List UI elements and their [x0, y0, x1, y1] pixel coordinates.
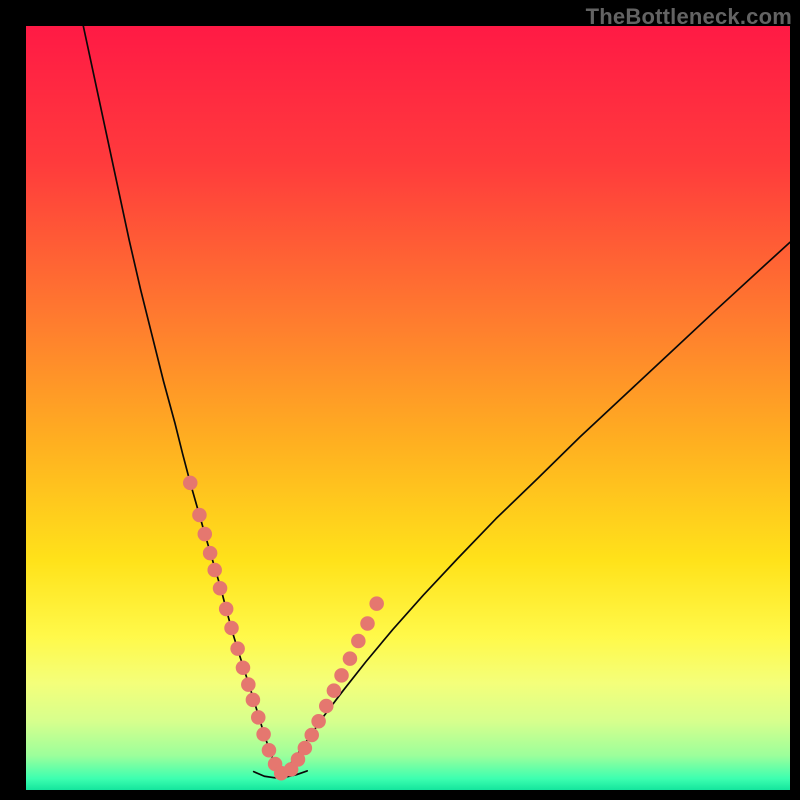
- curve-left-branch: [83, 26, 279, 775]
- scatter-dot: [319, 699, 334, 714]
- scatter-dot: [360, 616, 375, 631]
- scatter-dot: [327, 683, 342, 698]
- scatter-dot: [256, 727, 271, 742]
- watermark-text: TheBottleneck.com: [586, 4, 792, 30]
- scatter-dot: [304, 728, 319, 743]
- scatter-dot: [246, 693, 261, 708]
- scatter-dot: [198, 527, 213, 542]
- plot-area: [26, 26, 790, 790]
- scatter-dot: [343, 651, 358, 666]
- scatter-dot: [241, 677, 256, 692]
- scatter-dot: [351, 634, 366, 649]
- scatter-dot: [251, 710, 266, 725]
- scatter-dot: [311, 714, 326, 729]
- scatter-dot: [207, 563, 222, 578]
- scatter-dot: [224, 621, 239, 636]
- curve-layer: [26, 26, 790, 790]
- scatter-dot: [183, 476, 198, 491]
- scatter-dot: [262, 743, 277, 758]
- scatter-dot: [203, 546, 218, 561]
- scatter-dot: [236, 661, 251, 676]
- scatter-dot: [192, 508, 207, 523]
- scatter-dot: [230, 641, 245, 656]
- scatter-dot: [219, 602, 234, 617]
- scatter-dot: [369, 596, 384, 611]
- scatter-dots: [183, 476, 384, 781]
- scatter-dot: [334, 668, 349, 683]
- scatter-dot: [213, 581, 228, 596]
- scatter-dot: [298, 741, 313, 756]
- curve-right-branch: [282, 242, 790, 775]
- chart-frame: TheBottleneck.com: [0, 0, 800, 800]
